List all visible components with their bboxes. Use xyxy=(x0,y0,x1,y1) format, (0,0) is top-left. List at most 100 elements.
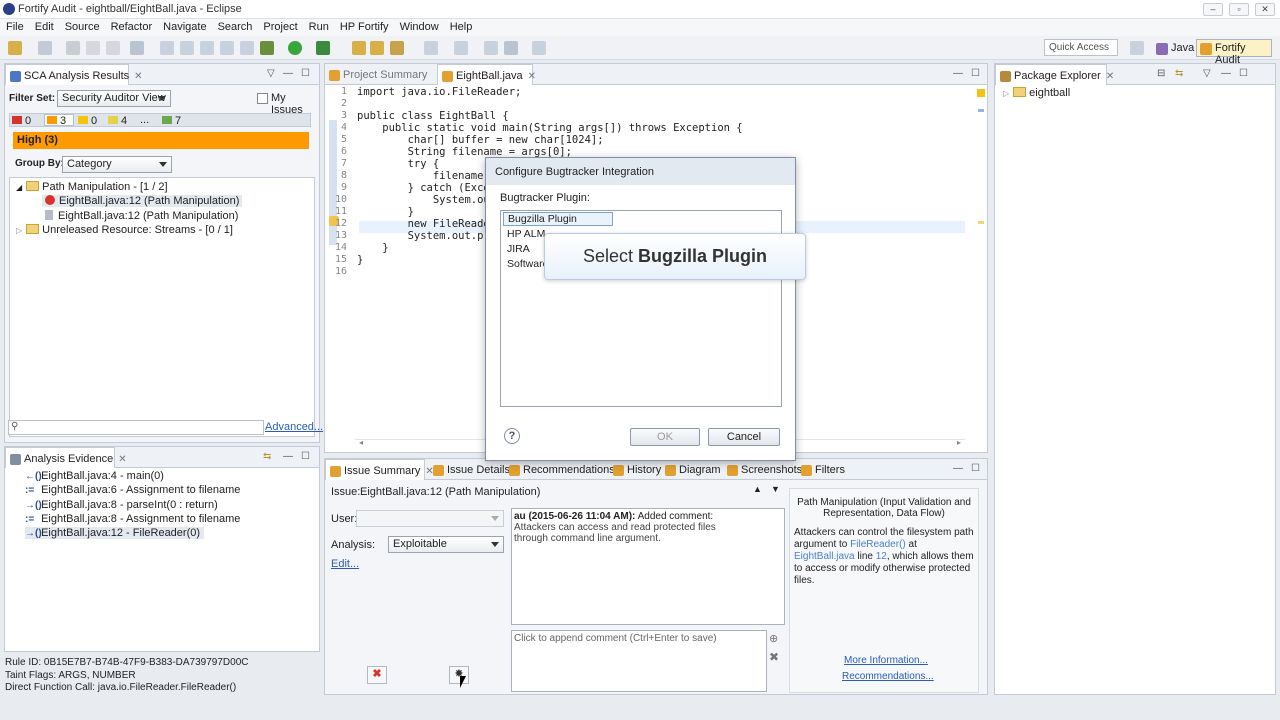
save-all-icon[interactable] xyxy=(86,41,100,55)
code-line[interactable]: public static void main(String args[]) t… xyxy=(357,122,742,134)
menu-navigate[interactable]: Navigate xyxy=(157,19,211,33)
menu-source[interactable]: Source xyxy=(59,19,105,33)
menu-edit[interactable]: Edit xyxy=(29,19,59,33)
new-icon[interactable] xyxy=(8,41,22,55)
tab-sca-analysis-results[interactable]: SCA Analysis Results ✕ xyxy=(5,64,143,86)
search-input[interactable]: ⚲ xyxy=(8,420,264,435)
plugin-item-bugzilla[interactable]: Bugzilla Plugin xyxy=(503,212,613,226)
maximize-icon[interactable]: ☐ xyxy=(301,68,310,79)
tab-issue-details[interactable]: Issue Details xyxy=(429,459,516,481)
plugin-item-software[interactable]: Software xyxy=(507,258,548,270)
minimize-icon[interactable]: — xyxy=(953,463,963,474)
search-icon[interactable] xyxy=(390,41,404,55)
menu-file[interactable]: File xyxy=(0,19,29,33)
prev-icon[interactable] xyxy=(504,41,518,55)
minimize-button[interactable]: – xyxy=(1203,3,1223,16)
new-package-icon[interactable] xyxy=(352,41,366,55)
group-by-select[interactable]: Category xyxy=(62,156,172,173)
close-icon[interactable]: ✕ xyxy=(118,454,126,465)
perspective-fortify-audit[interactable]: Fortify Audit xyxy=(1196,39,1272,66)
collapse-all-icon[interactable]: ⊟ xyxy=(1157,68,1165,79)
maximize-icon[interactable]: ☐ xyxy=(1239,68,1248,79)
filter-set-select[interactable]: Security Auditor View xyxy=(57,90,171,107)
perspective-java[interactable]: Java xyxy=(1152,39,1199,57)
tab-analysis-evidence[interactable]: Analysis Evidence ✕ xyxy=(5,447,127,469)
code-line[interactable]: } xyxy=(357,206,414,218)
evidence-row[interactable]: ←() EightBall.java:4 - main(0) xyxy=(25,470,164,482)
code-line[interactable]: char[] buffer = new char[1024]; xyxy=(357,134,604,146)
code-line[interactable]: System.out. xyxy=(357,194,503,206)
evidence-row[interactable]: →() EightBall.java:12 - FileReader(0) xyxy=(25,527,205,539)
back-icon[interactable] xyxy=(484,41,498,55)
advanced-link[interactable]: Advanced... xyxy=(265,421,323,433)
export-icon[interactable] xyxy=(220,41,234,55)
maximize-icon[interactable]: ☐ xyxy=(971,463,980,474)
project-eightball[interactable]: ▷ eightball xyxy=(1003,87,1070,99)
tab-recommendations[interactable]: Recommendations xyxy=(505,459,621,481)
maximize-button[interactable]: ▫ xyxy=(1229,3,1249,16)
code-line[interactable]: public class EightBall { xyxy=(357,110,509,122)
tree-item-issue-2[interactable]: EightBall.java:12 (Path Manipulation) xyxy=(45,210,238,222)
critical-count[interactable]: 0 xyxy=(12,115,42,127)
close-icon[interactable]: ✕ xyxy=(134,71,142,82)
tab-history[interactable]: History xyxy=(609,459,667,481)
tab-project-summary[interactable]: Project Summary xyxy=(325,64,435,86)
tab-diagram[interactable]: Diagram xyxy=(661,459,727,481)
last-edit-icon[interactable] xyxy=(454,41,468,55)
view-menu-icon[interactable]: ▽ xyxy=(1203,68,1211,79)
refresh-icon[interactable] xyxy=(160,41,174,55)
maximize-icon[interactable]: ☐ xyxy=(971,68,980,79)
menu-project[interactable]: Project xyxy=(257,19,302,33)
plugin-item-hp-alm[interactable]: HP ALM xyxy=(507,228,545,240)
menu-search[interactable]: Search xyxy=(212,19,258,33)
annotation-icon[interactable] xyxy=(424,41,438,55)
edit-link[interactable]: Edit... xyxy=(331,558,359,570)
open-perspective-icon[interactable] xyxy=(1130,41,1144,55)
submit-bug-button[interactable]: ✸ xyxy=(449,666,469,684)
open-icon[interactable] xyxy=(38,41,52,55)
high-count[interactable]: 3 xyxy=(44,114,74,127)
recommendations-link[interactable]: Recommendations... xyxy=(842,671,934,682)
add-comment-icon[interactable]: ⊕ xyxy=(769,632,778,645)
cancel-button[interactable]: Cancel xyxy=(708,428,780,446)
run-icon[interactable] xyxy=(288,41,302,55)
sync-icon[interactable]: ⇆ xyxy=(263,451,271,462)
code-line[interactable]: } catch (Except xyxy=(357,182,503,194)
menu-help[interactable]: Help xyxy=(444,19,478,33)
code-line[interactable]: } xyxy=(357,242,388,254)
more-count[interactable]: ... xyxy=(140,114,156,126)
code-line[interactable]: filename = xyxy=(357,170,496,182)
next-issue-icon[interactable]: ▼ xyxy=(771,484,780,494)
scan-icon[interactable] xyxy=(180,41,194,55)
forward-icon[interactable] xyxy=(532,41,546,55)
view-menu-icon[interactable]: ▽ xyxy=(267,68,275,79)
low-count[interactable]: 4 xyxy=(108,115,138,127)
medium-count[interactable]: 0 xyxy=(78,115,108,127)
tab-eightball-java[interactable]: EightBall.java ✕ xyxy=(437,64,536,86)
previous-issue-icon[interactable]: ▲ xyxy=(753,484,762,494)
more-information-link[interactable]: More Information... xyxy=(844,655,928,666)
help-icon[interactable]: ? xyxy=(504,428,520,444)
tree-group-path-manipulation[interactable]: ◢ Path Manipulation - [1 / 2] xyxy=(16,181,168,193)
menu-hp-fortify[interactable]: HP Fortify xyxy=(334,19,394,33)
audit-icon[interactable] xyxy=(200,41,214,55)
minimize-icon[interactable]: — xyxy=(283,451,293,462)
code-line[interactable]: import java.io.FileReader; xyxy=(357,86,521,98)
info-link-line[interactable]: 12 xyxy=(876,551,887,562)
tab-issue-summary[interactable]: Issue Summary ✕ xyxy=(325,459,434,481)
format-icon[interactable] xyxy=(130,41,144,55)
external-tools-icon[interactable] xyxy=(316,41,330,55)
close-icon[interactable]: ✕ xyxy=(528,71,536,82)
tree-item-issue-1[interactable]: EightBall.java:12 (Path Manipulation) xyxy=(42,195,243,207)
my-issues-checkbox[interactable] xyxy=(257,93,268,104)
user-select[interactable] xyxy=(356,510,504,527)
all-count[interactable]: 7 xyxy=(162,115,192,127)
code-line[interactable]: new FileReader( xyxy=(357,218,503,230)
delete-comment-icon[interactable]: ✖ xyxy=(769,650,779,664)
evidence-row[interactable]: := EightBall.java:6 - Assignment to file… xyxy=(25,484,240,496)
code-line[interactable]: try { xyxy=(357,158,440,170)
tab-filters[interactable]: Filters xyxy=(797,459,851,481)
evidence-row[interactable]: →() EightBall.java:8 - parseInt(0 : retu… xyxy=(25,499,218,511)
minimize-icon[interactable]: — xyxy=(283,68,293,79)
menu-refactor[interactable]: Refactor xyxy=(105,19,158,33)
